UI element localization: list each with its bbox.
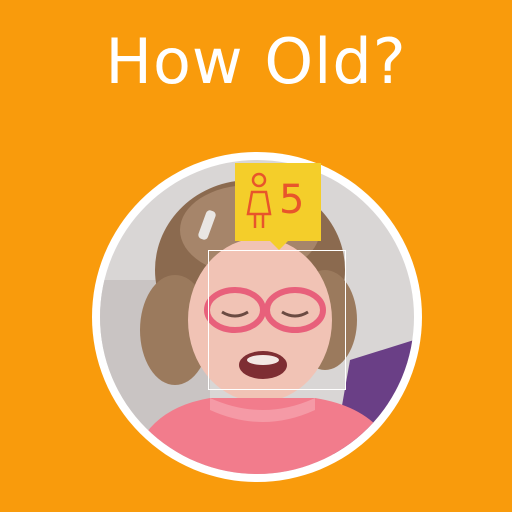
age-value: 5 xyxy=(279,177,305,223)
age-badge-pointer xyxy=(270,241,288,250)
app-icon: How Old? 5 xyxy=(0,0,512,512)
age-badge: 5 xyxy=(235,163,321,241)
face-detection-box xyxy=(208,250,346,390)
app-title: How Old? xyxy=(105,25,407,98)
female-icon xyxy=(246,172,272,228)
